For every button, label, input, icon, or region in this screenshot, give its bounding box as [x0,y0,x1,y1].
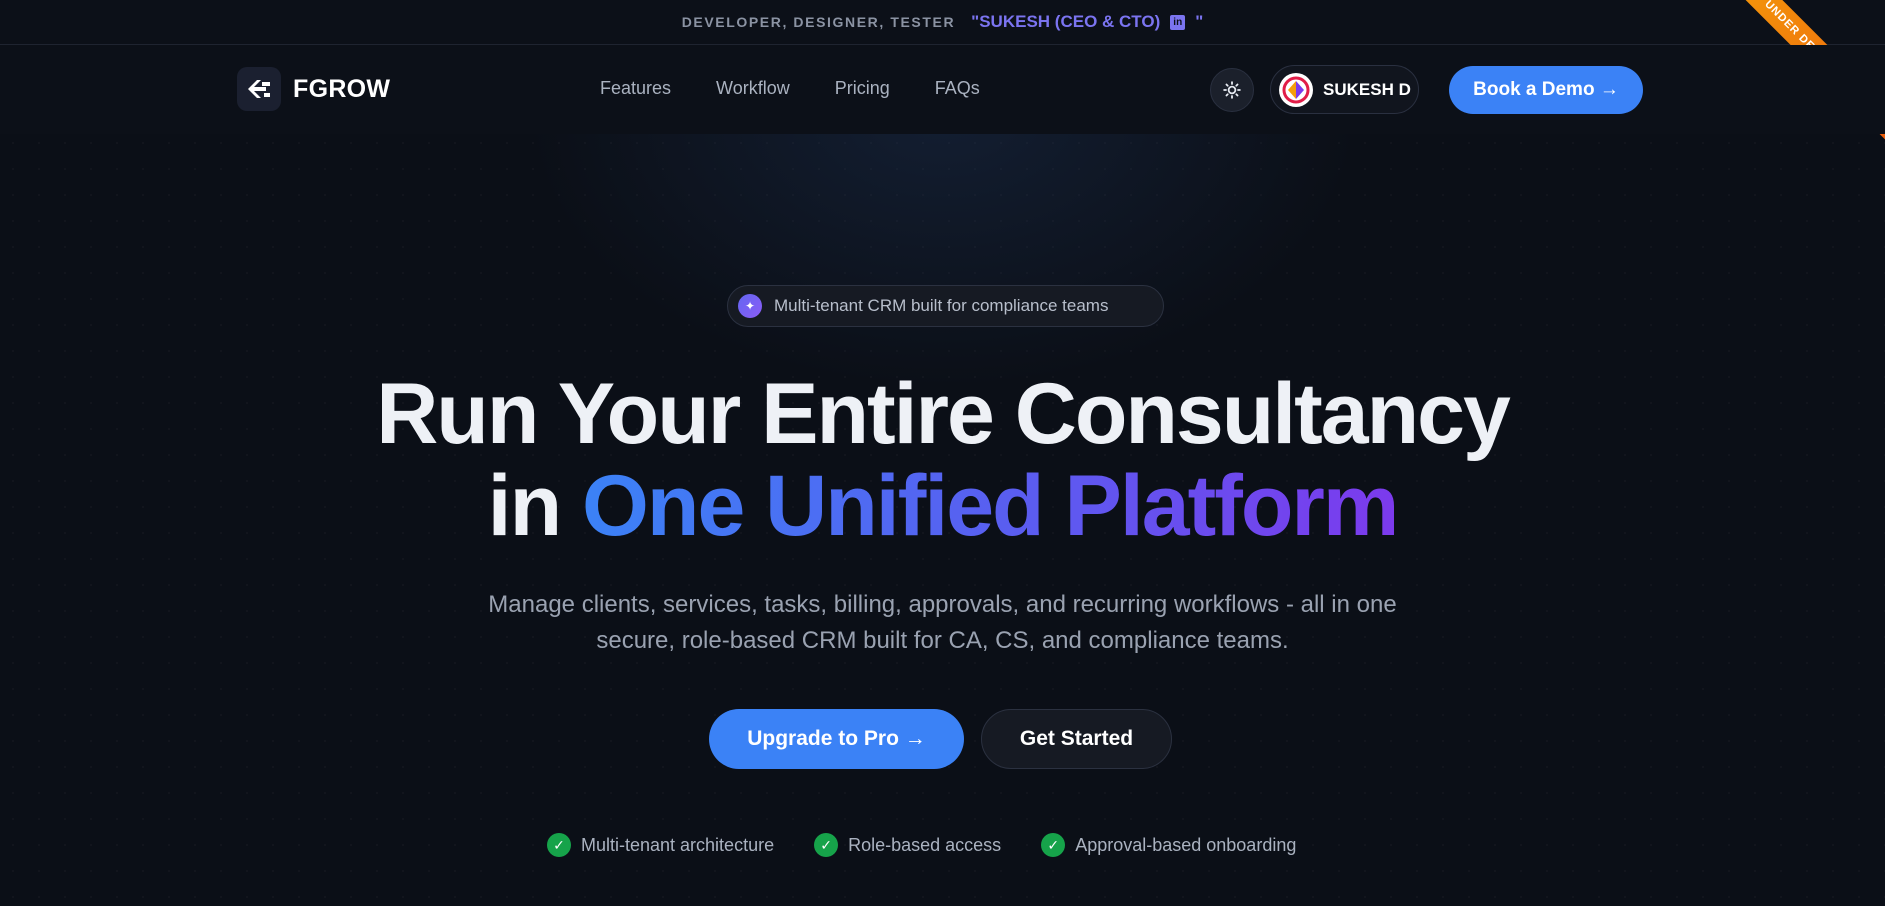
user-name: SUKESH D [1323,79,1411,99]
linkedin-icon[interactable]: in [1170,14,1186,30]
roles-text: DEVELOPER, DESIGNER, TESTER [681,14,956,30]
nav-link-faqs[interactable]: FAQs [935,78,980,99]
check-icon: ✓ [814,833,839,857]
main-navbar: FGROW Features Workflow Pricing FAQs SUK… [0,45,1885,134]
top-announcement-bar: DEVELOPER, DESIGNER, TESTER "SUKESH (CEO… [0,0,1885,45]
check-icon: ✓ [547,833,571,857]
feature-list: ✓ Multi-tenant architecture ✓ Role-based… [547,833,1296,857]
nav-link-pricing[interactable]: Pricing [835,78,890,99]
sun-icon [1223,81,1241,99]
nav-link-workflow[interactable]: Workflow [716,78,790,99]
headline-line-2-prefix: in [487,458,562,554]
feature-item: ✓ Multi-tenant architecture [547,833,774,857]
nav-link-features[interactable]: Features [600,78,671,99]
book-demo-button[interactable]: Book a Demo → [1449,66,1643,114]
upgrade-to-pro-button[interactable]: Upgrade to Pro → [709,709,964,769]
feature-label: Multi-tenant architecture [581,834,775,855]
headline-line-1: Run Your Entire Consultancy [376,366,1511,462]
quote-close: " [1195,12,1204,31]
feature-label: Approval-based onboarding [1075,834,1297,855]
user-profile-button[interactable]: SUKESH D [1270,65,1419,114]
fgrow-logo-icon [237,67,281,111]
hero-subtitle: Manage clients, services, tasks, billing… [488,591,1397,654]
check-icon: ✓ [1041,833,1066,857]
hero-badge-text: Multi-tenant CRM built for compliance te… [774,296,1109,315]
theme-toggle-button[interactable] [1210,68,1254,112]
feature-item: ✓ Approval-based onboarding [1041,833,1296,857]
hero-badge: ✦ Multi-tenant CRM built for compliance … [727,285,1164,327]
get-started-button[interactable]: Get Started [981,709,1172,769]
author-quote: "SUKESH (CEO & CTO) in " [971,12,1203,32]
headline-highlight: One Unified Platform [582,458,1399,554]
feature-label: Role-based access [848,834,1002,855]
avatar [1279,72,1313,107]
logo-text: FGROW [293,74,391,103]
nav-menu: Features Workflow Pricing FAQs [600,78,980,99]
sparkle-icon: ✦ [738,294,762,318]
hero-headline: Run Your Entire Consultancy in One Unifi… [0,368,1885,552]
feature-item: ✓ Role-based access [814,833,1001,857]
hero-glow [492,110,1393,410]
logo[interactable]: FGROW [237,67,390,111]
author-name: "SUKESH (CEO & CTO) [971,12,1161,31]
